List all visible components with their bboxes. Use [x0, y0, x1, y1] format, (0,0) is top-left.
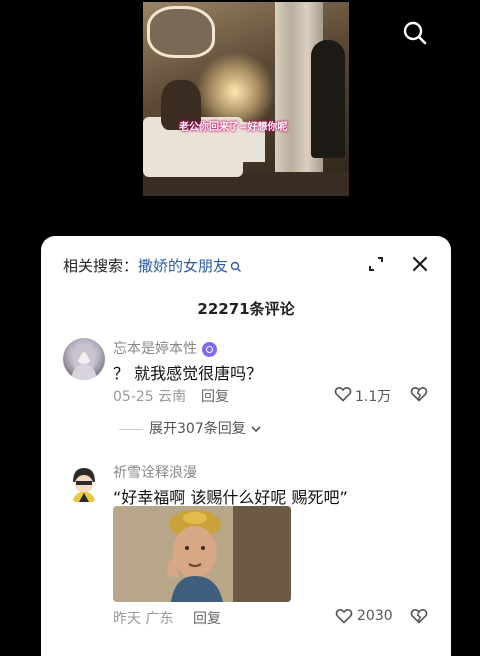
divider-line: [119, 428, 143, 430]
close-icon: [412, 256, 428, 272]
comment-meme-image: [113, 506, 291, 602]
search-icon: [403, 21, 427, 45]
close-button[interactable]: [411, 255, 429, 273]
comment-text: ？ 就我感觉很唐吗？: [113, 364, 263, 383]
like-heart-icon[interactable]: [335, 607, 353, 625]
like-heart-icon[interactable]: [334, 385, 352, 403]
avatar-face-icon: [71, 344, 97, 380]
like-count: 1.1万: [355, 389, 392, 405]
related-search-keyword[interactable]: 撒娇的女朋友: [138, 257, 228, 275]
like-count: 2030: [357, 608, 393, 624]
dislike-broken-heart-icon[interactable]: [410, 385, 428, 403]
comment-meta: 昨天 广东: [113, 608, 173, 628]
expand-button[interactable]: [367, 255, 385, 273]
chevron-down-icon: [251, 426, 261, 433]
video-caption: 老公你回来了~好想你呢: [179, 122, 288, 133]
comment-date: 05-25: [113, 389, 154, 405]
comment-username[interactable]: 忘本是婷本性: [113, 338, 217, 358]
comment-count: 22271条评论: [197, 300, 295, 318]
small-search-icon: [230, 261, 242, 272]
avatar[interactable]: [63, 338, 105, 380]
expand-replies-label: 展开307条回复: [149, 421, 246, 437]
reply-button[interactable]: 回复: [193, 608, 221, 628]
comment-location: 云南: [158, 389, 187, 405]
comment-date: 昨天: [113, 611, 141, 627]
avatar-cartoon-icon: [73, 468, 95, 502]
comment-image[interactable]: [113, 506, 291, 602]
comment-sheet: 相关搜索：撒娇的女朋友 22271条评论 忘本是婷本性 ？ 就我感觉很唐吗？ 0…: [41, 236, 451, 656]
related-search[interactable]: 相关搜索：撒娇的女朋友: [63, 255, 242, 276]
username-text[interactable]: 忘本是婷本性: [113, 341, 197, 357]
search-button[interactable]: [402, 20, 428, 46]
expand-replies-button[interactable]: 展开307条回复: [119, 418, 262, 438]
comment-meta: 05-25 云南: [113, 386, 186, 406]
badge-icon: [202, 341, 217, 357]
video-person: [311, 40, 345, 158]
video-mirror: [147, 6, 215, 58]
dislike-broken-heart-icon[interactable]: [410, 607, 428, 625]
comment-text: “好幸福啊 该赐什么好呢 赐死吧”: [113, 488, 348, 507]
comment-location: 广东: [145, 611, 174, 627]
video-player[interactable]: 老公你回来了~好想你呢: [143, 2, 349, 196]
related-search-label: 相关搜索：: [63, 257, 139, 275]
comment-username[interactable]: 祈雪诠释浪漫: [113, 462, 197, 482]
fullscreen-expand-icon: [369, 257, 383, 271]
reply-button[interactable]: 回复: [201, 386, 229, 406]
avatar[interactable]: [63, 462, 105, 504]
